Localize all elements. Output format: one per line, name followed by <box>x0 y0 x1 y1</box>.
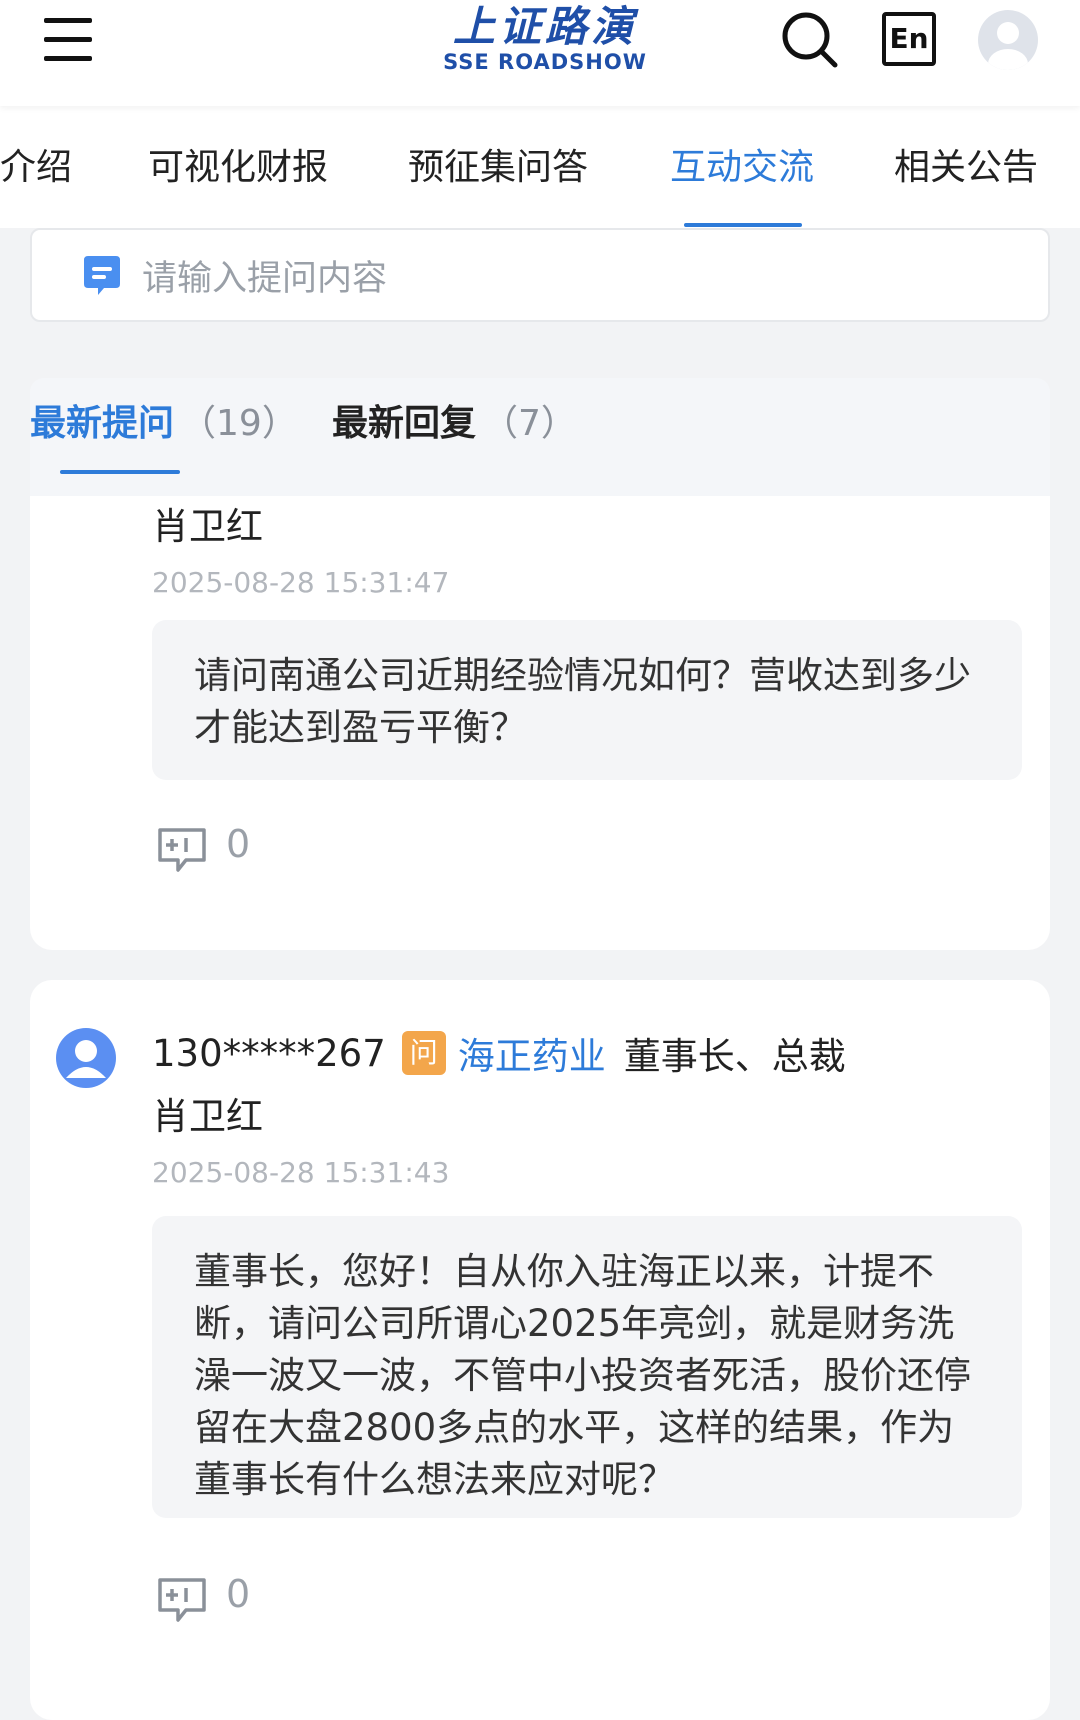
tab-interaction[interactable]: 互动交流 <box>670 138 814 190</box>
user-avatar <box>56 1028 116 1088</box>
tab-visual-report[interactable]: 可视化财报 <box>148 138 328 190</box>
question-subtabs: 最新提问 （19） 最新回复 （7） <box>30 378 1050 496</box>
logo[interactable]: 上证路演 SSE ROADSHOW <box>430 4 660 80</box>
reply-count: 0 <box>226 822 251 866</box>
question-text: 董事长，您好！自从你入驻海正以来，计提不断，请问公司所谓心2025年亮剑，就是财… <box>152 1216 1022 1518</box>
question-badge: 问 <box>401 1031 446 1075</box>
respondent-name: 肖卫红 <box>152 1095 263 1138</box>
question-card: 肖卫红 2025-08-28 15:31:47 请问南通公司近期经验情况如何？营… <box>30 496 1050 950</box>
logo-en: SSE ROADSHOW <box>443 50 647 74</box>
tab-pre-collected-qa[interactable]: 预征集问答 <box>408 138 588 190</box>
question-text: 请问南通公司近期经验情况如何？营收达到多少才能达到盈亏平衡？ <box>152 620 1022 780</box>
question-header: 130*****267 问 海正药业 董事长、总裁 <box>152 1026 846 1080</box>
search-icon[interactable] <box>780 10 840 70</box>
question-timestamp: 2025-08-28 15:31:47 <box>152 566 450 599</box>
subtab-latest-replies-count: （7） <box>482 403 577 444</box>
asker-id: 130*****267 <box>152 1031 386 1075</box>
menu-icon[interactable] <box>40 18 96 66</box>
language-toggle-button[interactable]: En <box>882 12 936 66</box>
reply-icon[interactable] <box>156 826 208 874</box>
active-tab-indicator <box>684 223 802 227</box>
question-input-placeholder: 请输入提问内容 <box>142 259 388 299</box>
respondent-name: 肖卫红 <box>152 505 263 548</box>
subtab-latest-replies-label: 最新回复 <box>332 403 477 444</box>
section-tabs: 介绍 可视化财报 预征集问答 互动交流 相关公告 <box>0 106 1080 228</box>
tab-intro[interactable]: 介绍 <box>0 138 72 190</box>
subtab-latest-questions-count: （19） <box>180 403 298 444</box>
subtab-active-indicator <box>60 470 180 474</box>
question-timestamp: 2025-08-28 15:31:43 <box>152 1156 450 1189</box>
subtab-latest-questions[interactable]: 最新提问 （19） <box>30 394 298 446</box>
top-header: 上证路演 SSE ROADSHOW En <box>0 0 1080 106</box>
company-link[interactable]: 海正药业 <box>458 1026 606 1080</box>
question-card: 130*****267 问 海正药业 董事长、总裁 肖卫红 2025-08-28… <box>30 980 1050 1720</box>
avatar[interactable] <box>978 10 1038 70</box>
subtab-latest-replies[interactable]: 最新回复 （7） <box>332 394 577 446</box>
message-icon <box>80 254 124 298</box>
respondent-title: 董事长、总裁 <box>623 1035 846 1078</box>
tab-announcements[interactable]: 相关公告 <box>894 138 1038 190</box>
reply-count: 0 <box>226 1572 251 1616</box>
question-input[interactable]: 请输入提问内容 <box>30 228 1050 322</box>
logo-cn: 上证路演 <box>452 2 637 51</box>
reply-icon[interactable] <box>156 1576 208 1624</box>
subtab-latest-questions-label: 最新提问 <box>30 403 175 444</box>
